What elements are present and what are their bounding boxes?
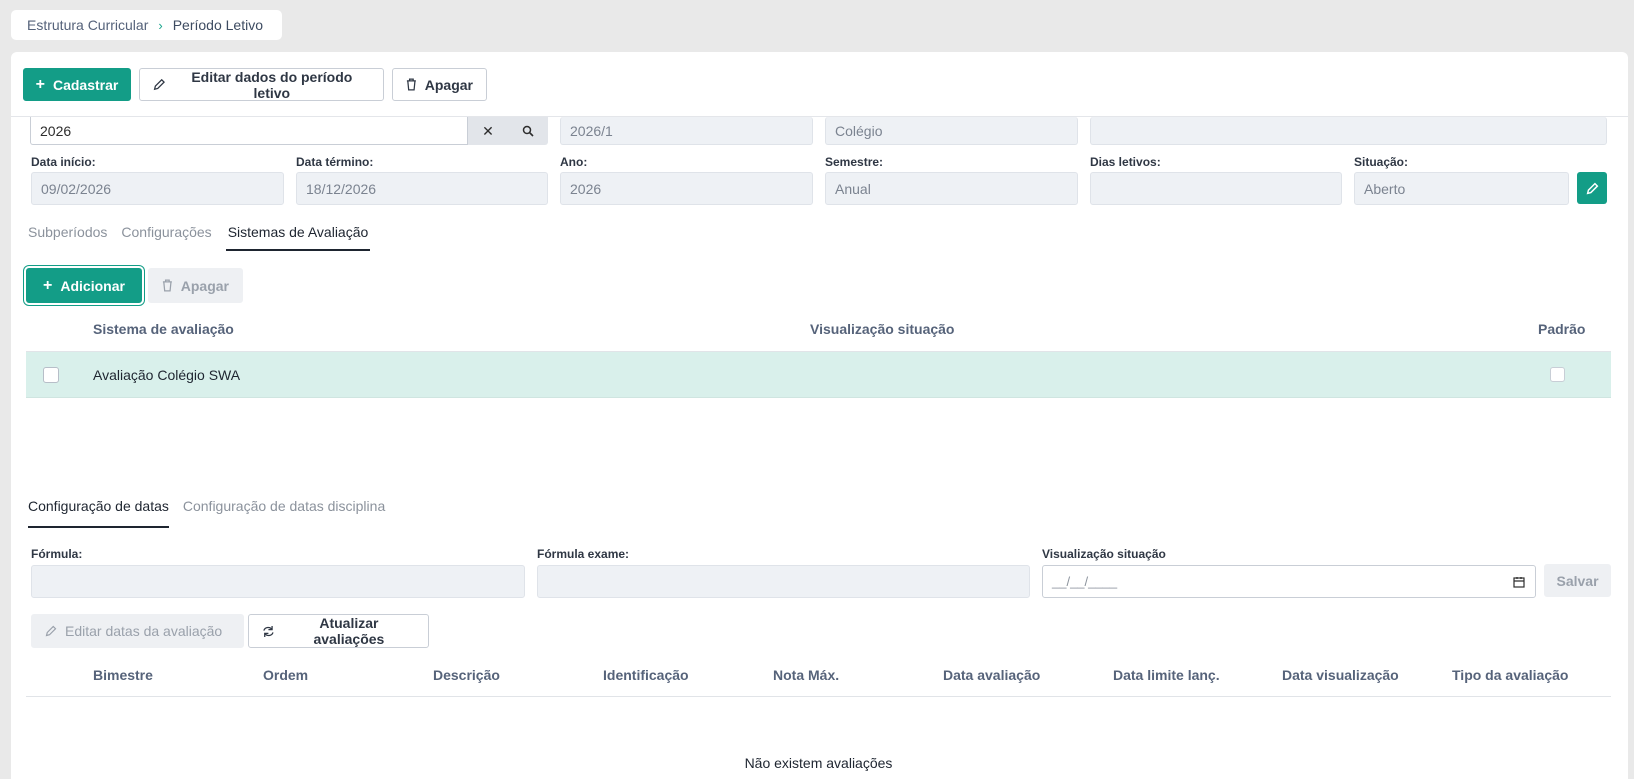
trash-icon (162, 279, 172, 292)
column-header-max-grade[interactable]: Nota Máx. (773, 667, 839, 683)
delete-eval-system-label: Apagar (180, 277, 229, 294)
chevron-right-icon: › (158, 17, 163, 33)
plus-icon: + (35, 75, 45, 93)
eval-systems-toolbar: + Adicionar Apagar (26, 268, 243, 303)
column-header-order[interactable]: Ordem (263, 667, 308, 683)
plus-icon: + (43, 276, 53, 294)
exam-formula-label: Fórmula exame: (537, 547, 630, 561)
exam-formula-field (537, 565, 1030, 598)
year-label: Ano: (560, 155, 588, 169)
save-button[interactable]: Salvar (1544, 564, 1611, 597)
search-icon[interactable] (508, 117, 548, 145)
period-type-field: Colégio (825, 117, 1078, 145)
edit-period-button[interactable]: Editar dados do período letivo (139, 68, 384, 101)
edit-assessment-dates-button[interactable]: Editar datas da avaliação (31, 614, 244, 648)
add-eval-system-label: Adicionar (60, 277, 125, 294)
year-field: 2026 (560, 172, 813, 205)
period-extra-field (1090, 117, 1607, 145)
breadcrumb: Estrutura Curricular › Período Letivo (11, 10, 282, 40)
period-tabs: Subperíodos Configurações Sistemas de Av… (28, 224, 371, 251)
end-date-field: 18/12/2026 (296, 172, 548, 205)
delete-period-button-label: Apagar (424, 76, 473, 93)
visualization-label: Visualização situação (1042, 547, 1166, 561)
column-header-assessment-date[interactable]: Data avaliação (943, 667, 1040, 683)
empty-state-text: Não existem avaliações (744, 755, 893, 771)
calendar-icon[interactable] (1513, 576, 1525, 588)
toolbar: + Cadastrar Editar dados do período leti… (23, 68, 487, 101)
end-date-label: Data término: (296, 155, 374, 169)
tab-evaluation-systems[interactable]: Sistemas de Avaliação (225, 224, 371, 251)
edit-assessment-dates-label: Editar datas da avaliação (65, 623, 223, 639)
visualization-date-input[interactable]: __/__/____ (1042, 565, 1536, 598)
period-search: 2026 ✕ (30, 117, 548, 145)
column-header-identification[interactable]: Identificação (603, 667, 689, 683)
close-icon[interactable]: ✕ (468, 117, 508, 145)
column-header-eval-system[interactable]: Sistema de avaliação (93, 321, 234, 337)
date-config-tabs: Configuração de datas Configuração de da… (28, 498, 385, 528)
status-label: Situação: (1354, 155, 1409, 169)
trash-icon (406, 78, 416, 91)
pencil-icon (153, 78, 165, 91)
tab-settings[interactable]: Configurações (121, 224, 211, 251)
column-header-view-date[interactable]: Data visualização (1282, 667, 1399, 683)
semester-label: Semestre: (825, 155, 884, 169)
edit-status-button[interactable] (1577, 172, 1607, 204)
assessments-toolbar: Editar datas da avaliação Atualizar aval… (31, 614, 429, 648)
register-button[interactable]: + Cadastrar (23, 68, 131, 101)
start-date-field: 09/02/2026 (31, 172, 284, 205)
breadcrumb-current: Período Letivo (172, 17, 264, 33)
assessments-table-header: Bimestre Ordem Descrição Identificação N… (93, 667, 1613, 687)
refresh-icon (263, 625, 274, 637)
column-header-deadline[interactable]: Data limite lanç. (1113, 667, 1220, 683)
breadcrumb-root[interactable]: Estrutura Curricular (27, 17, 148, 33)
default-checkbox[interactable] (1550, 367, 1565, 382)
delete-period-button[interactable]: Apagar (392, 68, 487, 101)
add-eval-system-button[interactable]: + Adicionar (26, 268, 142, 303)
semester-field: Anual (825, 172, 1078, 205)
edit-period-button-label: Editar dados do período letivo (191, 68, 353, 101)
eval-system-name: Avaliação Colégio SWA (93, 367, 241, 383)
period-code-field: 2026/1 (560, 117, 813, 145)
school-days-label: Dias letivos: (1090, 155, 1161, 169)
table-row[interactable]: Avaliação Colégio SWA (26, 352, 1611, 398)
period-search-input[interactable]: 2026 (30, 117, 468, 145)
column-header-assessment-type[interactable]: Tipo da avaliação (1452, 667, 1568, 683)
status-field: Aberto (1354, 172, 1569, 205)
column-header-visualization[interactable]: Visualização situação (810, 321, 954, 337)
delete-eval-system-button[interactable]: Apagar (148, 268, 243, 303)
tab-subperiods[interactable]: Subperíodos (28, 224, 107, 251)
pencil-icon (45, 625, 57, 637)
pencil-icon (1586, 182, 1598, 194)
tab-date-config[interactable]: Configuração de datas (28, 498, 169, 528)
update-assessments-label: Atualizar avaliações (313, 615, 385, 647)
row-checkbox[interactable] (43, 367, 59, 383)
assessments-header-divider (26, 696, 1611, 697)
tab-date-config-discipline[interactable]: Configuração de datas disciplina (183, 498, 385, 528)
formula-label: Fórmula: (31, 547, 83, 561)
column-header-default[interactable]: Padrão (1538, 321, 1585, 337)
start-date-label: Data início: (31, 155, 96, 169)
visualization-date-placeholder: __/__/____ (1052, 574, 1118, 589)
column-header-description[interactable]: Descrição (433, 667, 500, 683)
update-assessments-button[interactable]: Atualizar avaliações (248, 614, 429, 648)
register-button-label: Cadastrar (52, 76, 119, 93)
school-days-field (1090, 172, 1342, 205)
column-header-bimester[interactable]: Bimestre (93, 667, 153, 683)
formula-field (31, 565, 525, 598)
